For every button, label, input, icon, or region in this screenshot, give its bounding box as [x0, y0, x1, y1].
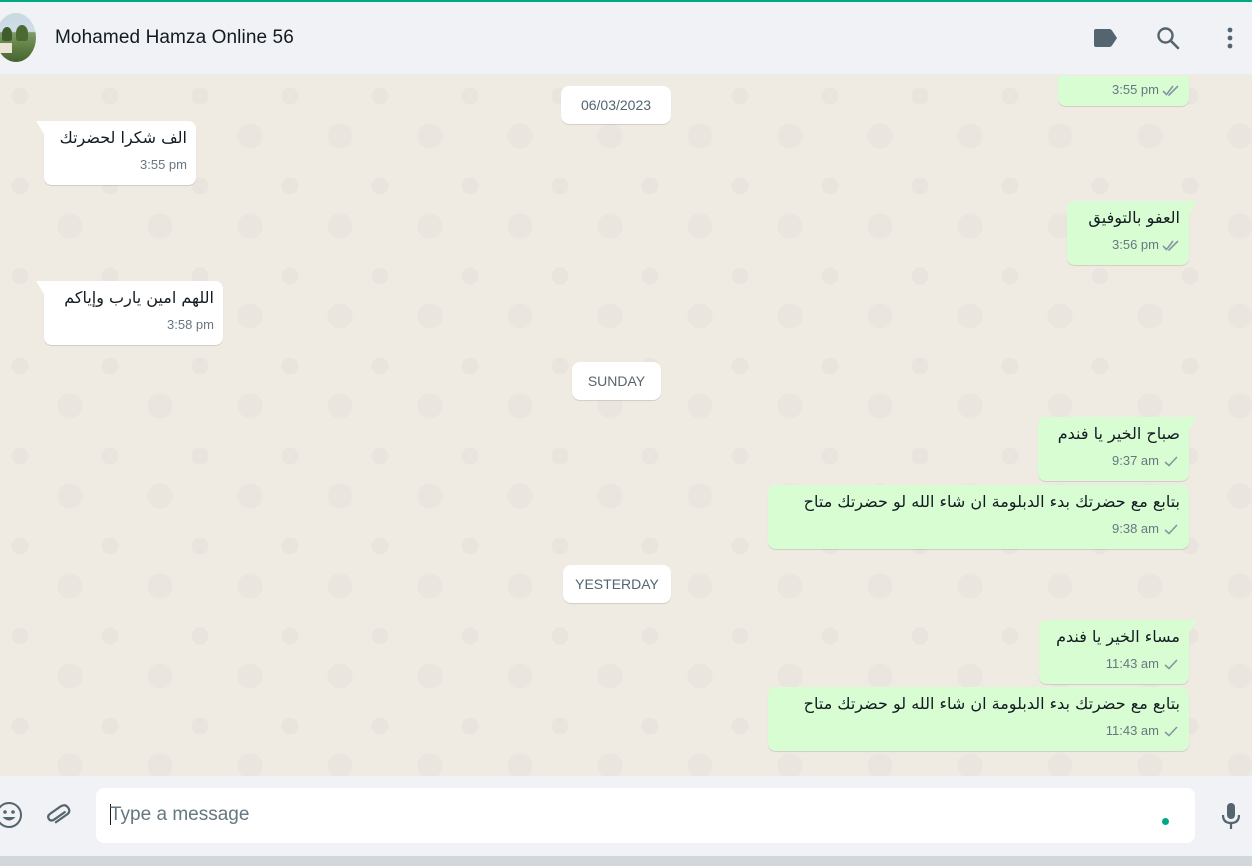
message-time: 9:38 am: [1112, 521, 1159, 536]
sent-tick-icon: [1164, 455, 1178, 467]
sent-tick-icon: [1164, 725, 1178, 737]
message-bubble[interactable]: 3:55 pm: [1058, 76, 1189, 106]
message-text: صباح الخير يا فندم: [1057, 424, 1180, 443]
message-time: 11:43 am: [1105, 656, 1159, 671]
message-time: 9:37 am: [1112, 453, 1159, 468]
message-text: العفو بالتوفيق: [1088, 208, 1180, 227]
message-text: اللهم امين يارب وإياكم: [64, 288, 214, 307]
message-input[interactable]: [110, 798, 1150, 832]
message-bubble[interactable]: بتابع مع حضرتك بدء الدبلومة ان شاء الله …: [768, 687, 1189, 751]
message-time: 3:58 pm: [167, 317, 214, 332]
message-bubble[interactable]: بتابع مع حضرتك بدء الدبلومة ان شاء الله …: [768, 485, 1189, 549]
message-text: بتابع مع حضرتك بدء الدبلومة ان شاء الله …: [803, 694, 1180, 713]
message-bubble[interactable]: اللهم امين يارب وإياكم 3:58 pm: [36, 281, 223, 345]
label-icon[interactable]: [1091, 24, 1119, 52]
contact-avatar[interactable]: [0, 13, 36, 62]
date-chip: SUNDAY: [572, 362, 661, 400]
message-time: 11:43 am: [1105, 723, 1159, 738]
message-time: 3:55 pm: [140, 157, 187, 172]
microphone-icon[interactable]: [1216, 800, 1246, 832]
sent-tick-icon: [1164, 523, 1178, 535]
read-tick-icon: [1162, 239, 1179, 251]
message-text: مساء الخير يا فندم: [1056, 627, 1180, 646]
status-dot: [1162, 818, 1169, 825]
message-bubble[interactable]: صباح الخير يا فندم 9:37 am: [1038, 417, 1197, 481]
date-chip: 06/03/2023: [561, 86, 671, 124]
message-input-box[interactable]: [96, 788, 1195, 843]
chat-panel: 3:55 pm 06/03/2023 الف شكرا لحضرتك 3:55 …: [0, 76, 1252, 776]
bottom-strip: [0, 856, 1252, 866]
sent-tick-icon: [1164, 658, 1178, 670]
message-bubble[interactable]: العفو بالتوفيق 3:56 pm: [1067, 201, 1197, 265]
message-text: الف شكرا لحضرتك: [59, 128, 187, 147]
date-chip: YESTERDAY: [563, 565, 671, 603]
message-bubble[interactable]: مساء الخير يا فندم 11:43 am: [1039, 620, 1197, 684]
search-icon[interactable]: [1154, 24, 1182, 52]
composer-bar: [0, 776, 1252, 856]
message-bubble[interactable]: الف شكرا لحضرتك 3:55 pm: [36, 121, 196, 185]
read-tick-icon: [1162, 84, 1179, 96]
contact-name[interactable]: Mohamed Hamza Online 56: [55, 27, 294, 49]
message-text: بتابع مع حضرتك بدء الدبلومة ان شاء الله …: [803, 492, 1180, 511]
chat-header: Mohamed Hamza Online 56: [0, 2, 1252, 75]
message-time: 3:56 pm: [1112, 237, 1159, 252]
emoji-icon[interactable]: [0, 800, 24, 830]
attach-icon[interactable]: [42, 800, 74, 832]
message-time: 3:55 pm: [1112, 82, 1159, 97]
menu-icon[interactable]: [1216, 24, 1244, 52]
